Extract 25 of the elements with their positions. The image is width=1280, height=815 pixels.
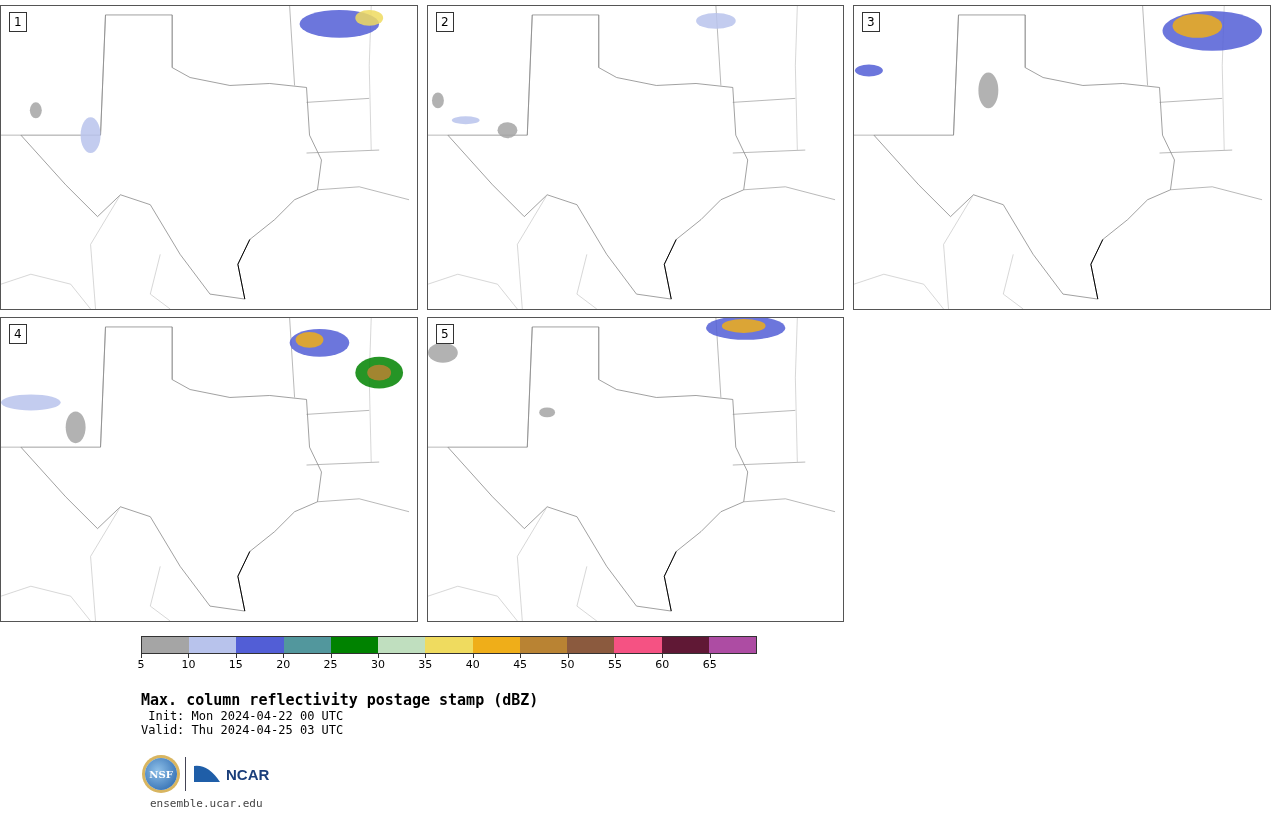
swoosh-icon	[194, 764, 220, 784]
website-url: ensemble.ucar.edu	[150, 797, 263, 810]
panel-number: 5	[436, 324, 454, 344]
tick-label: 55	[607, 658, 622, 671]
tick-label: 60	[655, 658, 670, 671]
tick-label: 25	[323, 658, 338, 671]
tick-label: 45	[513, 658, 528, 671]
panel-number: 2	[436, 12, 454, 32]
nsf-logo: NSF	[145, 758, 177, 790]
panel-number: 1	[9, 12, 27, 32]
ncar-logo: NCAR	[226, 765, 270, 783]
tick-label: 15	[228, 658, 243, 671]
tick-label: 30	[370, 658, 385, 671]
tick-label: 35	[418, 658, 433, 671]
tick-label: 20	[276, 658, 291, 671]
init-time: Init: Mon 2024-04-22 00 UTC	[147, 709, 344, 723]
tick-label: 65	[702, 658, 717, 671]
tick-label: 10	[181, 658, 196, 671]
chart-title: Max. column reflectivity postage stamp (dBZ)	[141, 691, 539, 709]
valid-time: Valid: Thu 2024-04-25 03 UTC	[141, 723, 344, 737]
panel-number: 3	[862, 12, 880, 32]
panel-number: 4	[9, 324, 27, 344]
tick-label: 5	[137, 658, 145, 671]
tick-label: 50	[560, 658, 575, 671]
tick-label: 40	[465, 658, 480, 671]
